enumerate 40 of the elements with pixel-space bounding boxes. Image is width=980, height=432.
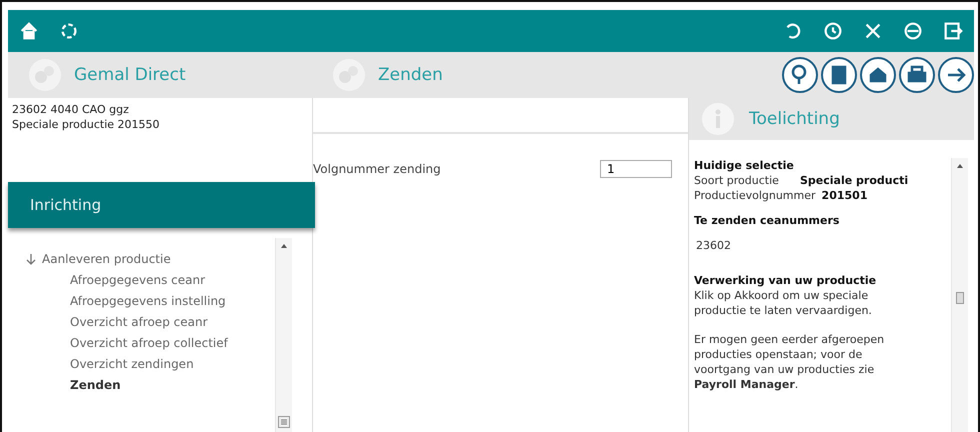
tree-item[interactable]: Afroepgegevens instelling [70, 290, 275, 311]
tree-item[interactable]: Overzicht zendingen [70, 353, 275, 374]
info-paragraph: Klik op Akkoord om uw speciale productie te laten vervaardigen. [694, 288, 873, 318]
section-bar[interactable]: Inrichting [8, 182, 315, 228]
info-number: 23602 [695, 238, 732, 253]
info-paragraph: Er mogen geen eerder afgeroepen producties openstaan; voor de voortgang van uw producties zie Payroll Manager. [694, 332, 886, 392]
book-button[interactable] [821, 57, 857, 93]
info-label: Productievolgnummer [694, 188, 816, 203]
scrollbar[interactable] [951, 158, 968, 432]
scroll-thumb-icon[interactable] [278, 416, 290, 428]
exit-icon[interactable] [942, 20, 964, 42]
info-value: Speciale producti [800, 173, 908, 188]
arrow-icon [26, 252, 36, 264]
tree-item[interactable]: Zenden [70, 374, 275, 395]
scroll-up-icon[interactable] [281, 244, 287, 248]
info-heading: Te zenden ceanummers [694, 213, 840, 228]
info-heading: Huidige selectie [694, 158, 795, 173]
input-field[interactable]: 1 [600, 160, 672, 178]
scroll-up-icon[interactable] [957, 164, 963, 168]
selection-text: 23602 4040 CAO ggz Speciale productie 201550 [11, 102, 161, 133]
tree-item[interactable]: Aanleveren productie [26, 248, 275, 269]
panel-title: Toelichting [749, 109, 840, 129]
print-button[interactable] [899, 57, 935, 93]
tree-item[interactable]: Afroepgegevens ceanr [70, 269, 275, 290]
info-label: Soort productie [694, 173, 780, 188]
info-icon [701, 102, 735, 136]
app-title: Gemal Direct [74, 65, 186, 85]
scroll-thumb-icon[interactable] [956, 292, 964, 304]
tree-item[interactable]: Overzicht afroep ceanr [70, 311, 275, 332]
scrollbar[interactable] [275, 238, 292, 432]
send-button[interactable] [860, 57, 896, 93]
home-icon[interactable] [18, 20, 40, 42]
search-button[interactable] [782, 57, 818, 93]
next-button[interactable] [938, 57, 974, 93]
info-heading: Verwerking van uw productie [694, 273, 878, 288]
page-title: Zenden [378, 65, 443, 85]
tree-item[interactable]: Overzicht afroep collectief [70, 332, 275, 353]
field-label: Volgnummer zending [313, 162, 441, 176]
info-value: 201501 [822, 188, 868, 203]
history-icon[interactable] [822, 20, 844, 42]
